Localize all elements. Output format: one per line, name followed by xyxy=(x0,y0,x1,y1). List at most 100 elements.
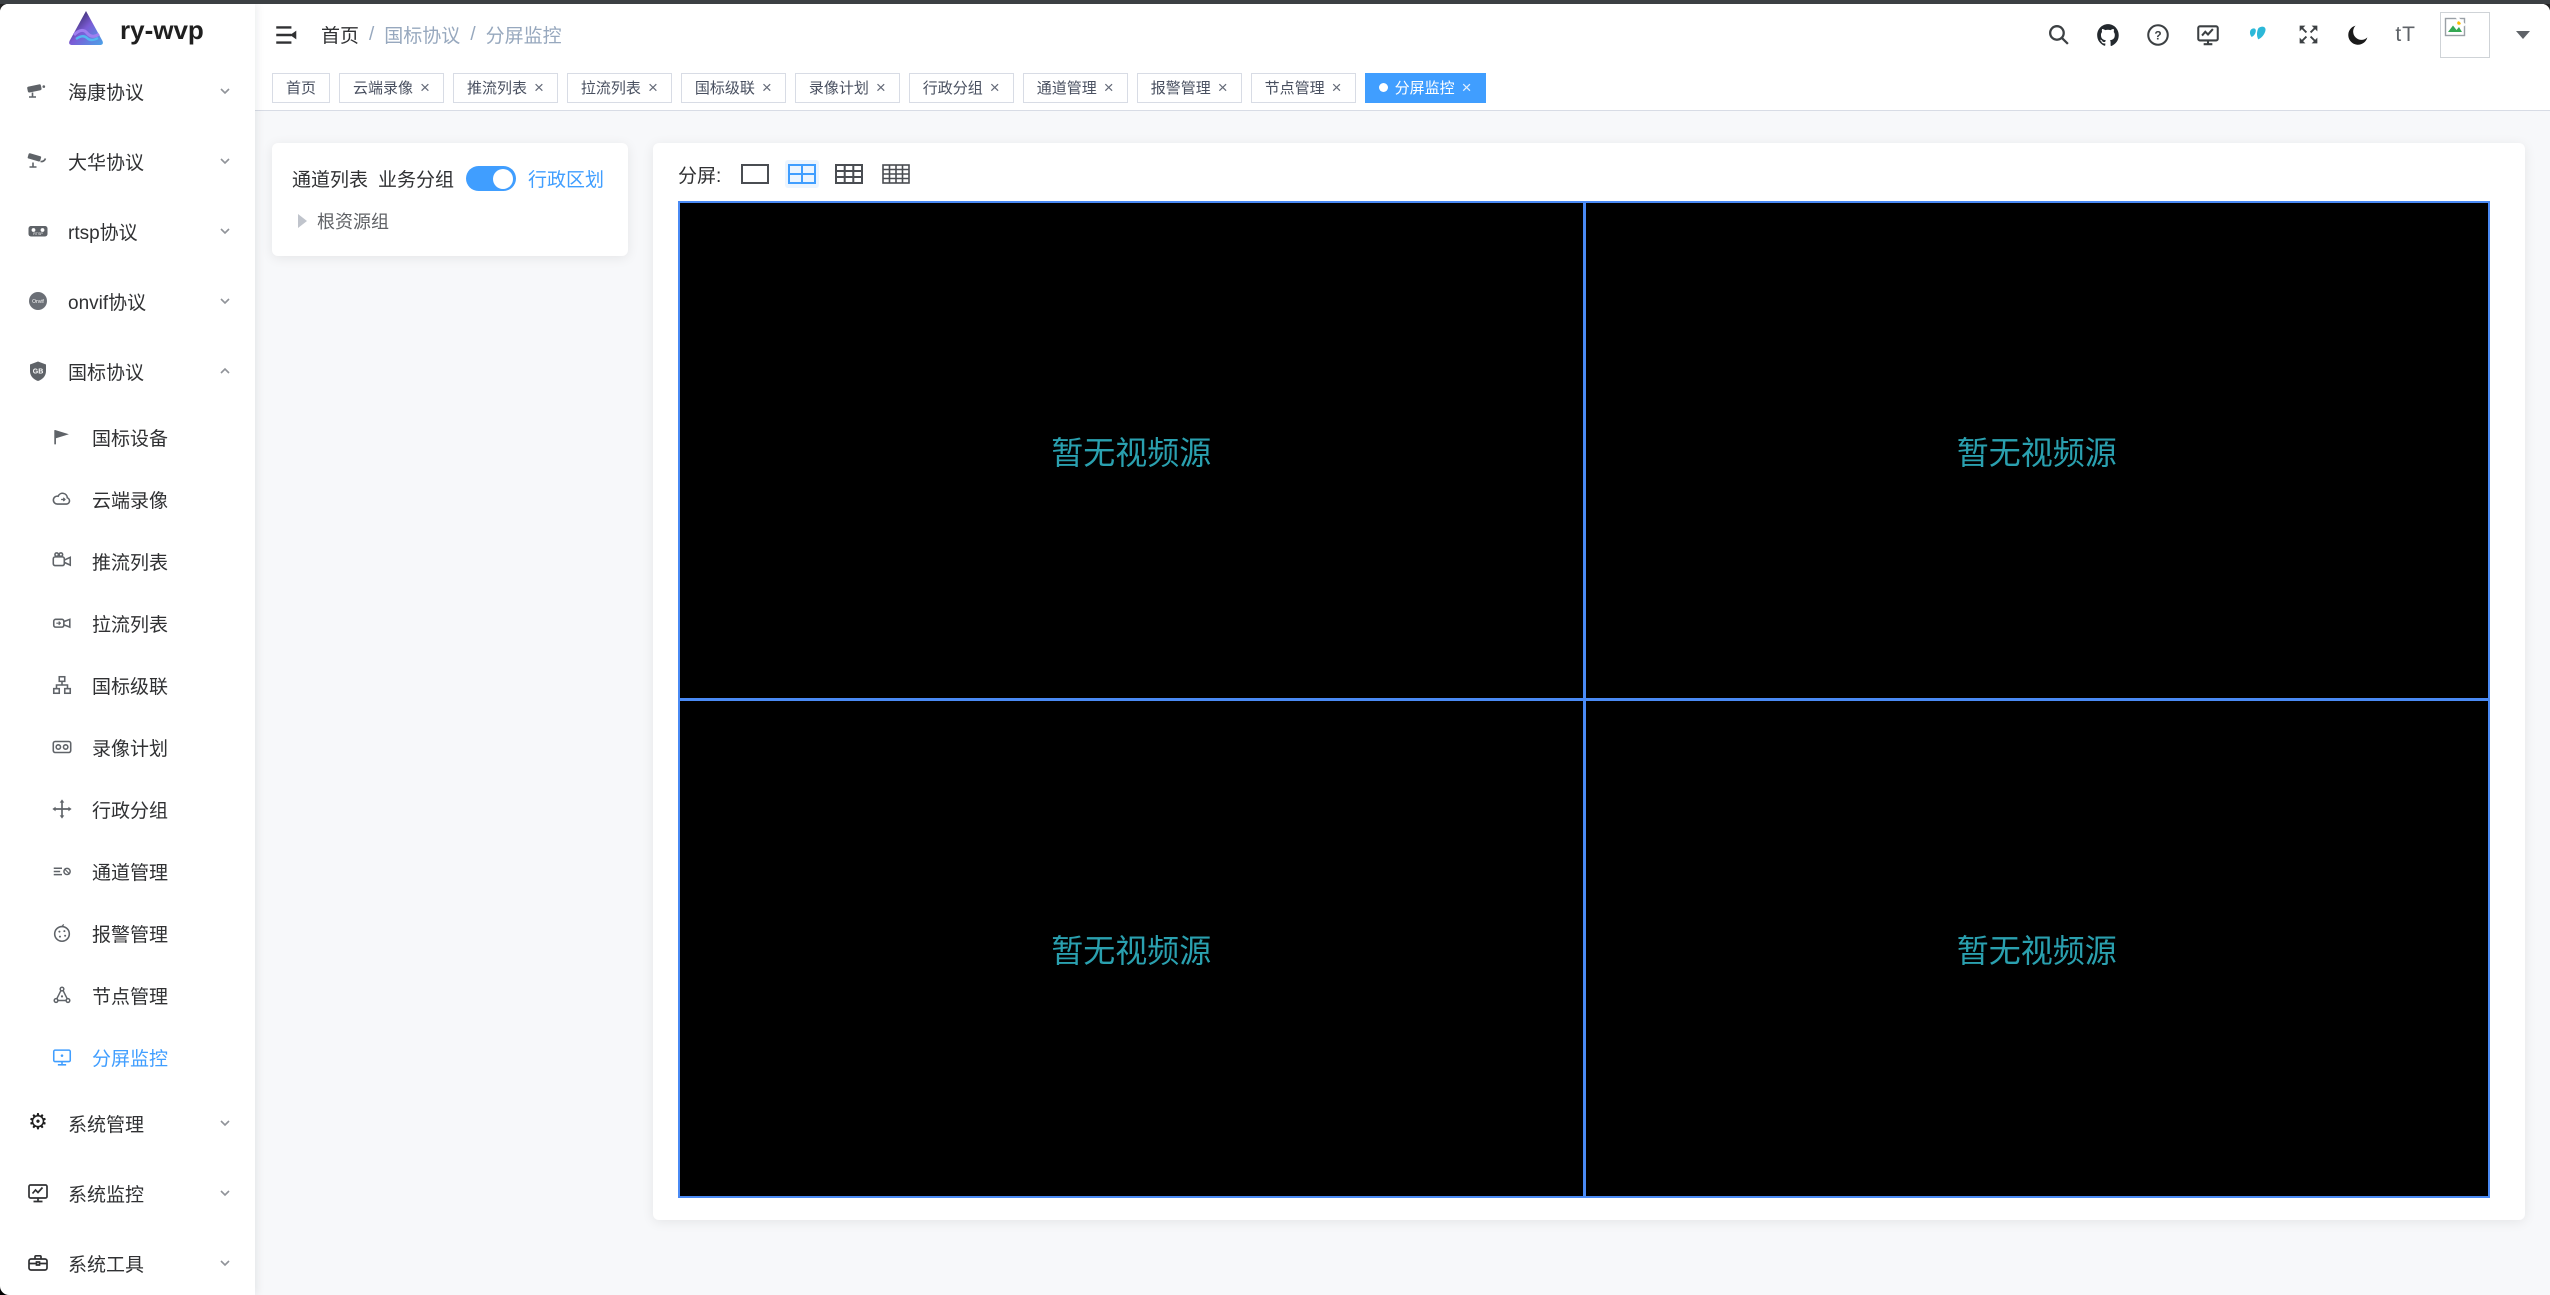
sidebar-item-label: rtsp协议 xyxy=(68,222,138,244)
app-window: ry-wvp 海康协议 大华协议 RTSP rtsp协议 Onvif onvif… xyxy=(0,4,2550,1295)
tag-cloud-record[interactable]: 云端录像 × xyxy=(339,72,444,103)
tag-pull-stream[interactable]: 拉流列表 × xyxy=(566,72,672,103)
tag-record-plan[interactable]: 录像计划 × xyxy=(794,72,900,103)
sidebar-item-system-tools[interactable]: 系统工具 xyxy=(0,1228,255,1295)
sidebar-fold-icon[interactable] xyxy=(273,22,299,48)
chevron-down-icon xyxy=(217,1115,233,1131)
close-icon[interactable]: × xyxy=(1332,79,1342,96)
search-icon[interactable] xyxy=(2045,22,2071,48)
sidebar-item-label: 国标设备 xyxy=(92,428,169,450)
sidebar-item-label: 国标协议 xyxy=(68,362,145,384)
sidebar-item-system-mgmt[interactable]: ⚙ 系统管理 xyxy=(0,1088,255,1158)
caret-right-icon[interactable] xyxy=(298,214,307,228)
avatar[interactable] xyxy=(2440,11,2490,58)
tag-split-monitor[interactable]: 分屏监控 × xyxy=(1364,72,1486,103)
sidebar-item-rtsp[interactable]: RTSP rtsp协议 xyxy=(0,196,255,266)
onvif-disc-icon: Onvif xyxy=(26,289,50,313)
close-icon[interactable]: × xyxy=(648,79,658,96)
tag-admin-group[interactable]: 行政分组 × xyxy=(908,72,1014,103)
sidebar-item-node-mgmt[interactable]: 节点管理 xyxy=(0,964,255,1026)
tag-node-mgmt[interactable]: 节点管理 × xyxy=(1250,72,1356,103)
video-cell-1[interactable]: 暂无视频源 xyxy=(680,203,1583,698)
tag-alarm-mgmt[interactable]: 报警管理 × xyxy=(1136,72,1242,103)
sidebar-item-gb-cascade[interactable]: 国标级联 xyxy=(0,654,255,716)
screen-chart-icon[interactable] xyxy=(2195,22,2221,48)
split-16-button[interactable] xyxy=(879,160,913,188)
sidebar-item-pull-stream[interactable]: 拉流列表 xyxy=(0,592,255,654)
sidebar-item-alarm-mgmt[interactable]: 报警管理 xyxy=(0,902,255,964)
tree-node-root[interactable]: 根资源组 xyxy=(292,208,608,234)
tag-label: 行政分组 xyxy=(922,80,983,97)
split-9-button[interactable] xyxy=(832,160,866,188)
brand-logo-icon[interactable] xyxy=(2245,22,2271,48)
sidebar-item-record-plan[interactable]: 录像计划 xyxy=(0,716,255,778)
tag-home[interactable]: 首页 xyxy=(272,72,331,103)
sidebar-item-channel-mgmt[interactable]: 通道管理 xyxy=(0,840,255,902)
split-toolbar: 分屏: xyxy=(678,157,2490,191)
close-icon[interactable]: × xyxy=(990,79,1000,96)
fullscreen-icon[interactable] xyxy=(2295,22,2321,48)
sidebar-item-gb-protocol[interactable]: GB 国标协议 xyxy=(0,336,255,406)
sidebar-item-onvif[interactable]: Onvif onvif协议 xyxy=(0,266,255,336)
tree-node-label: 根资源组 xyxy=(317,212,389,232)
page-content: 通道列表 业务分组 行政区划 根资源组 分屏: 暂无视频源 暂无视频源 暂无视频… xyxy=(255,111,2550,1295)
close-icon[interactable]: × xyxy=(1218,79,1228,96)
toolbox-icon xyxy=(26,1251,50,1275)
admin-region-label[interactable]: 行政区划 xyxy=(528,165,604,192)
sidebar-item-push-stream[interactable]: 推流列表 xyxy=(0,530,255,592)
tag-label: 云端录像 xyxy=(353,80,414,97)
video-cell-4[interactable]: 暂无视频源 xyxy=(1585,701,2488,1196)
sidebar-item-dahua[interactable]: 大华协议 xyxy=(0,126,255,196)
breadcrumb-home[interactable]: 首页 xyxy=(321,21,359,48)
tag-label: 节点管理 xyxy=(1264,80,1325,97)
svg-text:Onvif: Onvif xyxy=(32,299,44,305)
gear-icon: ⚙ xyxy=(28,1110,48,1135)
window-top-edge xyxy=(0,0,2550,4)
app-logo[interactable]: ry-wvp xyxy=(0,4,255,56)
tag-gb-cascade[interactable]: 国标级联 × xyxy=(680,72,786,103)
sidebar-item-gb-device[interactable]: 国标设备 xyxy=(0,406,255,468)
dahua-camera-icon xyxy=(26,149,50,173)
font-size-icon[interactable]: tT xyxy=(2395,23,2416,47)
cloud-icon xyxy=(50,487,74,511)
sidebar-item-label: 推流列表 xyxy=(92,552,169,574)
sidebar-item-label: 系统管理 xyxy=(68,1114,145,1136)
sidebar-item-label: 云端录像 xyxy=(92,490,169,512)
tag-push-stream[interactable]: 推流列表 × xyxy=(452,72,558,103)
main-column: 首页 / 国标协议 / 分屏监控 ? tT 首页 云端录像 × 推流列表 × 拉… xyxy=(255,4,2550,1295)
sidebar-item-cloud-record[interactable]: 云端录像 xyxy=(0,468,255,530)
video-cell-3[interactable]: 暂无视频源 xyxy=(680,701,1583,1196)
no-video-text: 暂无视频源 xyxy=(1956,434,2117,471)
split-1-button[interactable] xyxy=(738,160,772,188)
close-icon[interactable]: × xyxy=(534,79,544,96)
sidebar-item-system-monitor[interactable]: 系统监控 xyxy=(0,1158,255,1228)
close-icon[interactable]: × xyxy=(1104,79,1114,96)
github-icon[interactable] xyxy=(2095,22,2121,48)
chevron-down-icon xyxy=(217,1255,233,1271)
sidebar-item-label: 系统工具 xyxy=(68,1254,145,1276)
help-icon[interactable]: ? xyxy=(2145,22,2171,48)
video-cell-2[interactable]: 暂无视频源 xyxy=(1585,203,2488,698)
tag-label: 国标级联 xyxy=(694,80,755,97)
split-4-button[interactable] xyxy=(785,160,820,188)
alarm-icon xyxy=(50,921,74,945)
close-icon[interactable]: × xyxy=(420,79,430,96)
push-stream-camera-icon xyxy=(50,549,74,573)
business-group-label[interactable]: 业务分组 xyxy=(378,165,454,192)
sidebar-item-label: 拉流列表 xyxy=(92,614,169,636)
sidebar-item-label: 国标级联 xyxy=(92,676,169,698)
close-icon[interactable]: × xyxy=(876,79,886,96)
dark-mode-moon-icon[interactable] xyxy=(2345,22,2371,48)
tag-label: 推流列表 xyxy=(466,80,527,97)
sidebar-item-admin-group[interactable]: 行政分组 xyxy=(0,778,255,840)
tag-channel-mgmt[interactable]: 通道管理 × xyxy=(1022,72,1128,103)
sidebar-item-split-monitor[interactable]: 分屏监控 xyxy=(0,1026,255,1088)
rtsp-cassette-icon: RTSP xyxy=(26,219,50,243)
tag-label: 录像计划 xyxy=(808,80,869,97)
tree-mode-toggle[interactable] xyxy=(466,166,517,191)
avatar-caret-down-icon[interactable] xyxy=(2516,30,2530,39)
sidebar-item-hikvision[interactable]: 海康协议 xyxy=(0,56,255,126)
close-icon[interactable]: × xyxy=(762,79,772,96)
close-icon[interactable]: × xyxy=(1462,79,1472,96)
channel-stream-icon xyxy=(50,859,74,883)
